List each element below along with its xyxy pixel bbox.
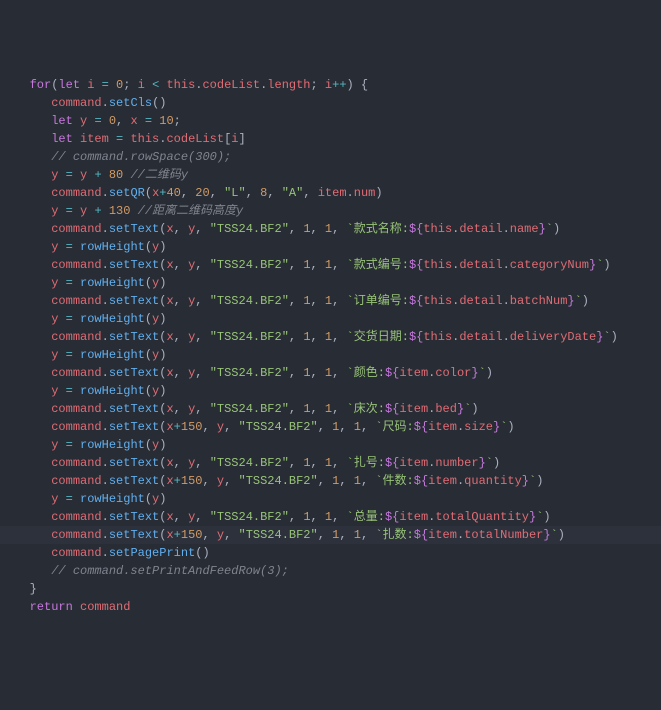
code-line: command.setText(x, y, "TSS24.BF2", 1, 1,… (0, 220, 661, 238)
code-line: y = y + 130 //距离二维码高度y (0, 202, 661, 220)
code-line: y = rowHeight(y) (0, 310, 661, 328)
code-line: command.setText(x, y, "TSS24.BF2", 1, 1,… (0, 328, 661, 346)
code-line: y = y + 80 //二维码y (0, 166, 661, 184)
code-line: command.setText(x+150, y, "TSS24.BF2", 1… (0, 472, 661, 490)
code-line: command.setText(x, y, "TSS24.BF2", 1, 1,… (0, 256, 661, 274)
code-line: y = rowHeight(y) (0, 274, 661, 292)
code-block: for(let i = 0; i < this.codeList.length;… (0, 76, 661, 616)
code-line: for(let i = 0; i < this.codeList.length;… (0, 76, 661, 94)
code-line: y = rowHeight(y) (0, 346, 661, 364)
code-line: command.setPagePrint() (0, 544, 661, 562)
code-line: y = rowHeight(y) (0, 382, 661, 400)
code-line: let y = 0, x = 10; (0, 112, 661, 130)
code-line: command.setText(x, y, "TSS24.BF2", 1, 1,… (0, 292, 661, 310)
code-line: command.setText(x, y, "TSS24.BF2", 1, 1,… (0, 508, 661, 526)
code-line: command.setQR(x+40, 20, "L", 8, "A", ite… (0, 184, 661, 202)
code-line: command.setText(x+150, y, "TSS24.BF2", 1… (0, 418, 661, 436)
code-line: command.setCls() (0, 94, 661, 112)
code-line: y = rowHeight(y) (0, 436, 661, 454)
code-line: let item = this.codeList[i] (0, 130, 661, 148)
code-line: command.setText(x+150, y, "TSS24.BF2", 1… (0, 526, 661, 544)
code-line: // command.rowSpace(300); (0, 148, 661, 166)
code-line: // command.setPrintAndFeedRow(3); (0, 562, 661, 580)
code-line: command.setText(x, y, "TSS24.BF2", 1, 1,… (0, 400, 661, 418)
code-line: y = rowHeight(y) (0, 238, 661, 256)
code-line: command.setText(x, y, "TSS24.BF2", 1, 1,… (0, 364, 661, 382)
code-line: return command (0, 598, 661, 616)
code-line: } (0, 580, 661, 598)
code-line: command.setText(x, y, "TSS24.BF2", 1, 1,… (0, 454, 661, 472)
code-line: y = rowHeight(y) (0, 490, 661, 508)
